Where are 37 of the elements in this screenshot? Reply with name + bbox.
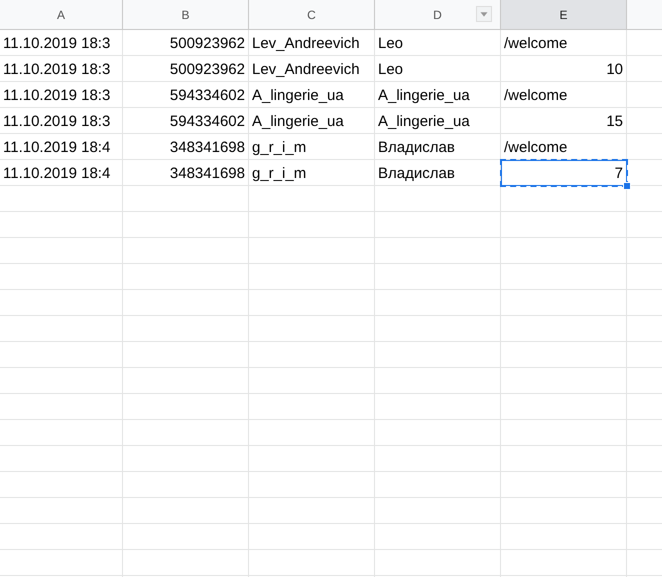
table-cell[interactable]: 15	[501, 108, 627, 134]
table-cell[interactable]: /welcome	[501, 30, 627, 56]
table-cell[interactable]: 11.10.2019 18:4	[0, 134, 123, 160]
table-cell[interactable]: 11.10.2019 18:3	[0, 30, 123, 56]
table-cell[interactable]: 500923962	[123, 56, 249, 82]
table-cell[interactable]: 348341698	[123, 134, 249, 160]
table-cell[interactable]: 500923962	[123, 30, 249, 56]
table-cell[interactable]: 348341698	[123, 160, 249, 186]
table-cell[interactable]: A_lingerie_ua	[375, 82, 501, 108]
column-header[interactable]: A	[0, 0, 123, 30]
table-cell[interactable]: 11.10.2019 18:4	[0, 160, 123, 186]
table-cell[interactable]: A_lingerie_ua	[375, 108, 501, 134]
table-cell[interactable]: A_lingerie_ua	[249, 108, 375, 134]
column-header[interactable]: C	[249, 0, 375, 30]
table-cell[interactable]: Leo	[375, 56, 501, 82]
column-header[interactable]: D	[375, 0, 501, 30]
table-cell[interactable]: 11.10.2019 18:3	[0, 108, 123, 134]
table-cell[interactable]: 594334602	[123, 108, 249, 134]
fill-handle[interactable]	[623, 182, 631, 190]
table-cell[interactable]: /welcome	[501, 82, 627, 108]
table-cell[interactable]: Lev_Andreevich	[249, 56, 375, 82]
table-cell[interactable]: Владислав	[375, 134, 501, 160]
column-header[interactable]: B	[123, 0, 249, 30]
table-cell[interactable]: A_lingerie_ua	[249, 82, 375, 108]
table-cell[interactable]: Leo	[375, 30, 501, 56]
table-cell[interactable]: g_r_i_m	[249, 134, 375, 160]
table-cell[interactable]: 11.10.2019 18:3	[0, 56, 123, 82]
table-cell[interactable]: /welcome	[501, 134, 627, 160]
table-cell[interactable]: g_r_i_m	[249, 160, 375, 186]
filter-dropdown-icon[interactable]	[476, 6, 492, 22]
table-cell[interactable]: Владислав	[375, 160, 501, 186]
table-cell[interactable]: 10	[501, 56, 627, 82]
table-cell[interactable]: Lev_Andreevich	[249, 30, 375, 56]
table-cell[interactable]: 11.10.2019 18:3	[0, 82, 123, 108]
column-header[interactable]: E	[501, 0, 627, 30]
table-cell[interactable]: 594334602	[123, 82, 249, 108]
table-cell[interactable]: 7	[501, 160, 627, 186]
